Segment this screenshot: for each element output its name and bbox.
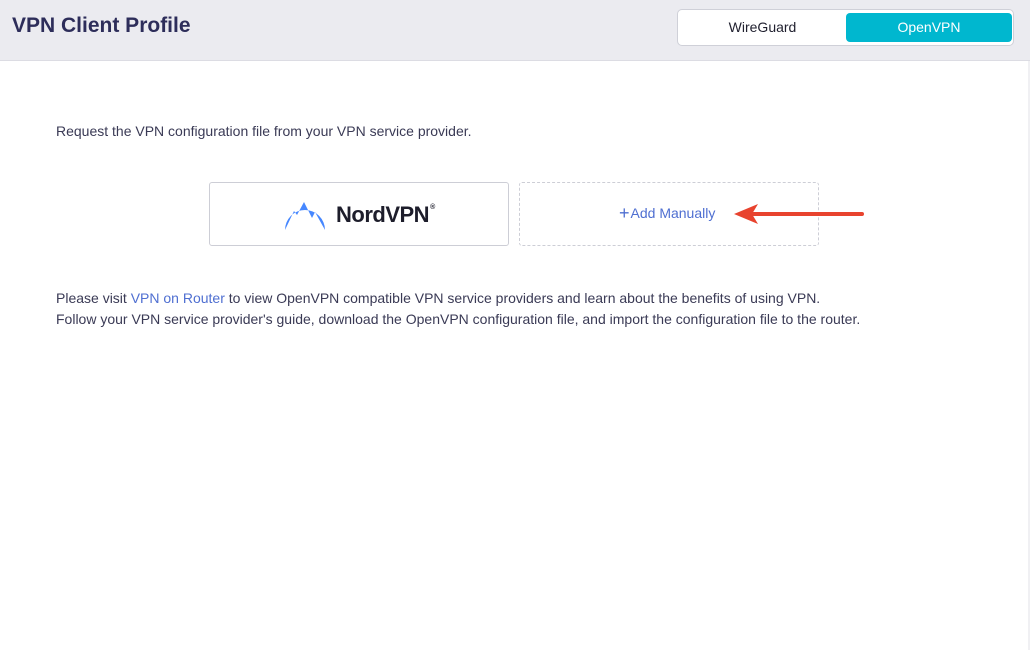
- annotation-arrow-icon: [734, 204, 864, 224]
- page-header: VPN Client Profile WireGuard OpenVPN: [0, 0, 1030, 61]
- info-line-1: Please visit VPN on Router to view OpenV…: [56, 290, 821, 306]
- plus-icon: +: [619, 203, 630, 223]
- intro-text: Request the VPN configuration file from …: [56, 123, 472, 139]
- info-text: Please visit VPN on Router to view OpenV…: [56, 288, 860, 330]
- nordvpn-logo-icon: [285, 202, 325, 230]
- provider-card-nordvpn[interactable]: NordVPN®: [209, 182, 509, 246]
- tab-openvpn[interactable]: OpenVPN: [846, 13, 1012, 42]
- add-manually-label: Add Manually: [630, 205, 716, 221]
- info-line-2: Follow your VPN service provider's guide…: [56, 311, 861, 327]
- protocol-toggle: WireGuard OpenVPN: [677, 9, 1014, 46]
- vpn-on-router-link[interactable]: VPN on Router: [131, 290, 225, 306]
- page-title: VPN Client Profile: [12, 14, 191, 37]
- tab-wireguard[interactable]: WireGuard: [681, 13, 844, 42]
- nordvpn-wordmark: NordVPN®: [336, 202, 435, 227]
- add-manually-content: +Add Manually: [619, 203, 716, 223]
